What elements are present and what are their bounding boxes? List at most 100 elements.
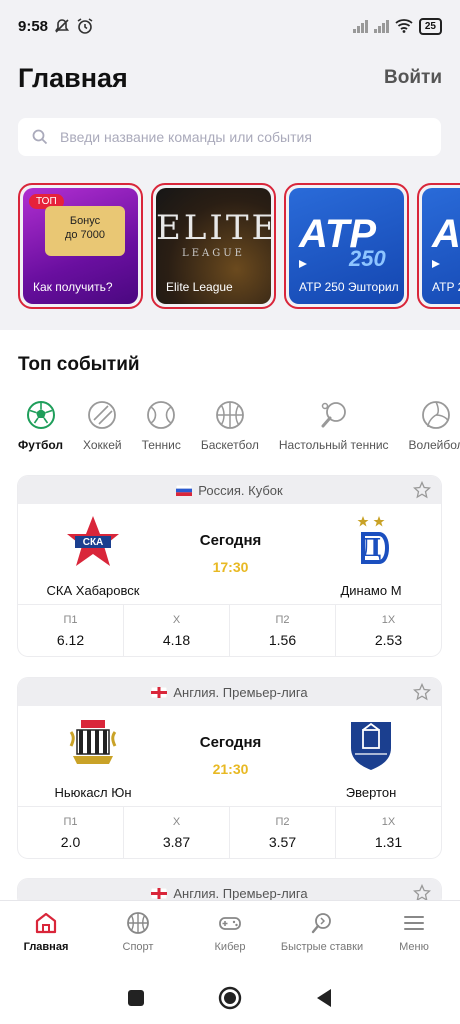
nav-sport[interactable]: Спорт: [92, 901, 184, 972]
soccer-ball-icon: [26, 401, 55, 429]
sport-tab-basketball[interactable]: Баскетбол: [201, 400, 259, 460]
search-bar[interactable]: [18, 118, 441, 156]
story-label: ATP 2: [432, 280, 460, 294]
league-name: Англия. Премьер-лига: [173, 885, 308, 901]
story-label: ATP 250 Эшторил: [299, 280, 399, 294]
odd-button[interactable]: П1 6.12: [18, 605, 124, 656]
bonus-line2: до 7000: [64, 229, 106, 241]
sport-label: Теннис: [141, 438, 181, 452]
nav-label: Спорт: [122, 941, 154, 953]
nav-quick-bets[interactable]: Быстрые ставки: [276, 901, 368, 972]
story-label: Как получить?: [33, 280, 113, 294]
team-name: Динамо М: [340, 583, 402, 598]
sport-label: Хоккей: [83, 438, 122, 452]
alarm-icon: [77, 18, 93, 34]
nav-label: Главная: [23, 941, 69, 953]
favorite-star-icon[interactable]: [413, 683, 431, 701]
menu-icon: [404, 916, 424, 930]
odd-button[interactable]: П1 2.0: [18, 807, 124, 858]
nav-label: Меню: [399, 941, 429, 953]
match-start-time: 21:30: [212, 761, 249, 777]
ping-pong-icon: [321, 402, 346, 428]
signal-icon: [352, 19, 368, 33]
hockey-puck-icon: [88, 401, 117, 429]
tennis-ball-icon: [147, 401, 176, 429]
gamepad-icon: [219, 917, 241, 930]
story-atp-estoril[interactable]: ATP 250 ATP 250 Эшторил: [284, 183, 409, 309]
volleyball-icon: [422, 401, 450, 429]
nav-home[interactable]: Главная: [0, 901, 92, 972]
event-card[interactable]: Англия. Премьер-лига Ньюкасл Юн Сегодня …: [18, 678, 441, 858]
elite-league-logo: ELITE LEAGUE: [156, 208, 271, 259]
nav-cyber[interactable]: Кибер: [184, 901, 276, 972]
event-teams: Ньюкасл Юн Сегодня 21:30 Эвертон: [18, 706, 441, 806]
home-circle-icon[interactable]: [218, 986, 242, 1010]
sport-label: Настольный теннис: [278, 438, 389, 452]
status-bar: 9:58 25: [0, 0, 460, 52]
away-team: Д Динамо М: [306, 514, 436, 598]
signal-icon: [373, 19, 389, 33]
basketball-icon: [215, 401, 244, 429]
search-input[interactable]: [60, 129, 427, 145]
nav-menu[interactable]: Меню: [368, 901, 460, 972]
story-label: Elite League: [166, 280, 233, 294]
team-name: Ньюкасл Юн: [54, 785, 132, 800]
match-time: Сегодня 21:30: [168, 734, 293, 777]
quick-bets-icon: [311, 913, 331, 934]
match-time: Сегодня 17:30: [168, 532, 293, 575]
story-bonus[interactable]: ТОП Бонус до 7000 Как получить?: [18, 183, 143, 309]
sport-label: Баскетбол: [200, 438, 259, 452]
event-card[interactable]: Англия. Премьер-лига: [18, 879, 441, 900]
england-flag-icon: [151, 887, 168, 899]
odd-button[interactable]: 1Х 2.53: [336, 605, 441, 656]
back-icon[interactable]: [315, 988, 333, 1008]
event-league-header: Россия. Кубок: [18, 476, 441, 504]
main-content: Топ событий Футбол Хоккей Теннис Баскетб…: [0, 330, 460, 900]
favorite-star-icon[interactable]: [413, 884, 431, 900]
event-league-header: Англия. Премьер-лига: [18, 879, 441, 900]
mute-bell-icon: [54, 19, 70, 33]
sport-tab-hockey[interactable]: Хоккей: [83, 400, 122, 460]
odd-button[interactable]: 1Х 1.31: [336, 807, 441, 858]
story-elite-league[interactable]: ELITE LEAGUE Elite League: [151, 183, 276, 309]
sport-tab-football[interactable]: Футбол: [18, 400, 63, 460]
odd-button[interactable]: П2 3.57: [230, 807, 336, 858]
odds-row: П1 2.0 Х 3.87 П2 3.57 1Х 1.31: [18, 806, 441, 858]
away-team: Эвертон: [306, 716, 436, 800]
bonus-box: Бонус до 7000: [45, 206, 125, 256]
sport-tab-table-tennis[interactable]: Настольный теннис: [279, 400, 389, 460]
everton-logo: [351, 722, 391, 770]
wifi-icon: [395, 19, 413, 33]
team-name: СКА Хабаровск: [46, 583, 140, 598]
odd-button[interactable]: Х 4.18: [124, 605, 230, 656]
atp-logo: ATP: [432, 212, 460, 256]
bottom-navigation: Главная Спорт Кибер Быстрые ставки Меню: [0, 900, 460, 972]
sport-filter[interactable]: Футбол Хоккей Теннис Баскетбол Настольны…: [0, 400, 460, 460]
odd-button[interactable]: П2 1.56: [230, 605, 336, 656]
home-team: СКА СКА Хабаровск: [28, 514, 158, 598]
newcastle-logo: [69, 720, 117, 764]
basketball-icon: [127, 912, 149, 934]
story-atp-2[interactable]: ATP ATP 2: [417, 183, 460, 309]
play-icon: [299, 260, 311, 268]
home-team: Ньюкасл Юн: [28, 716, 158, 800]
match-day: Сегодня: [199, 734, 262, 751]
status-time: 9:58: [18, 17, 49, 35]
section-title: Топ событий: [18, 354, 140, 375]
match-start-time: 17:30: [212, 559, 249, 575]
match-day: Сегодня: [199, 532, 262, 549]
league-name: Англия. Премьер-лига: [173, 684, 308, 700]
recent-apps-icon[interactable]: [127, 989, 145, 1007]
sport-tab-tennis[interactable]: Теннис: [142, 400, 181, 460]
sport-tab-volleyball[interactable]: Волейбол: [409, 400, 460, 460]
event-card[interactable]: Россия. Кубок СКА СКА Хабаровск Сегодня …: [18, 476, 441, 656]
login-button[interactable]: Войти: [384, 67, 442, 89]
search-icon: [32, 129, 48, 145]
odd-button[interactable]: Х 3.87: [124, 807, 230, 858]
nav-label: Кибер: [214, 941, 246, 953]
stories-carousel[interactable]: ТОП Бонус до 7000 Как получить? ELITE LE…: [18, 183, 460, 313]
event-league-header: Англия. Премьер-лига: [18, 678, 441, 706]
bonus-line1: Бонус: [69, 215, 101, 227]
home-icon: [35, 912, 57, 934]
favorite-star-icon[interactable]: [413, 481, 431, 499]
